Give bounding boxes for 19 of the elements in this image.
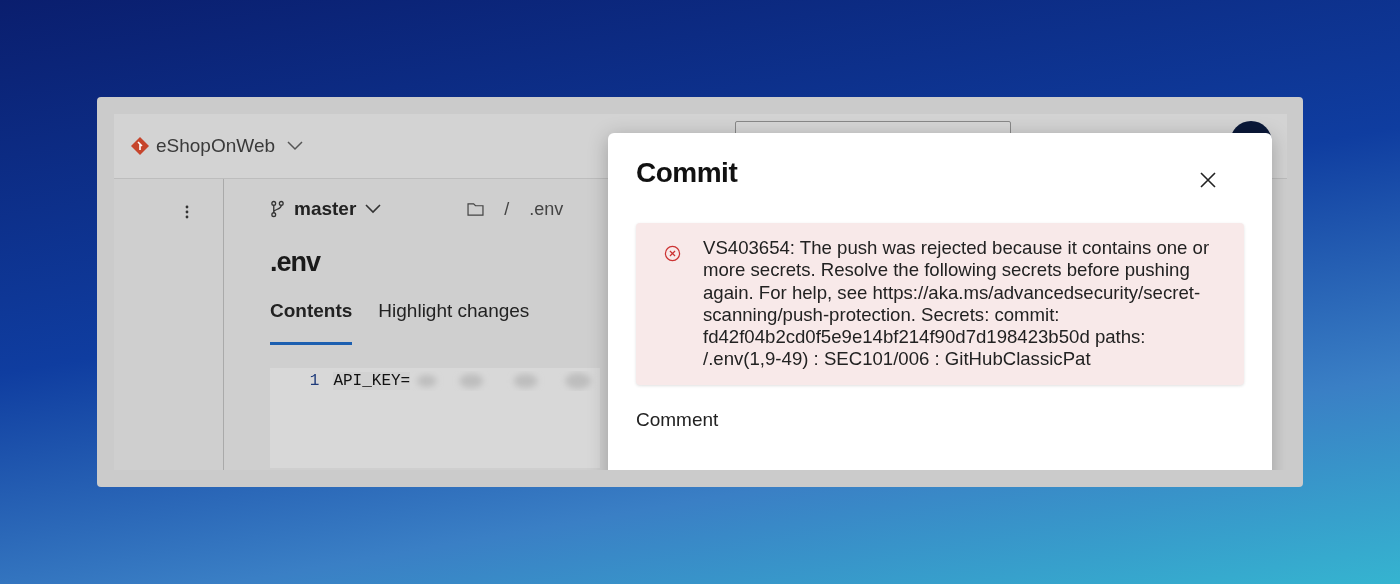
file-title: .env bbox=[270, 247, 321, 278]
tab[interactable]: Contents bbox=[270, 300, 353, 345]
close-icon[interactable] bbox=[1200, 172, 1216, 188]
dialog-title: Commit bbox=[636, 157, 738, 189]
error-text: VS403654: The push was rejected because it contains one or more secrets. Resolve the following secrets before pushing again. For help, see https://aka.ms/advancedsecurity/secret-scanning/push-protection. Secrets: commit: fd42f04b2cd0f5e9e14bf214f90d7d198423b50d paths: /.env(1,9-49) : SEC101/006 : GitHubClassicPat bbox=[703, 237, 1211, 371]
breadcrumb-item[interactable]: .env bbox=[529, 198, 564, 220]
error-icon bbox=[664, 245, 681, 262]
tab[interactable]: Highlight changes bbox=[378, 300, 530, 345]
folder-icon[interactable] bbox=[467, 202, 485, 216]
project-name[interactable]: eShopOnWeb bbox=[156, 135, 275, 157]
git-logo-icon bbox=[130, 136, 150, 156]
line-number: 1 bbox=[308, 372, 321, 390]
branch-selector[interactable]: master bbox=[270, 198, 382, 220]
chevron-down-icon bbox=[365, 204, 382, 214]
comment-label: Comment bbox=[636, 408, 720, 431]
more-options-icon[interactable] bbox=[184, 205, 189, 219]
branch-icon bbox=[270, 200, 285, 218]
path-separator: / bbox=[504, 198, 510, 220]
chevron-down-icon[interactable] bbox=[287, 141, 303, 151]
